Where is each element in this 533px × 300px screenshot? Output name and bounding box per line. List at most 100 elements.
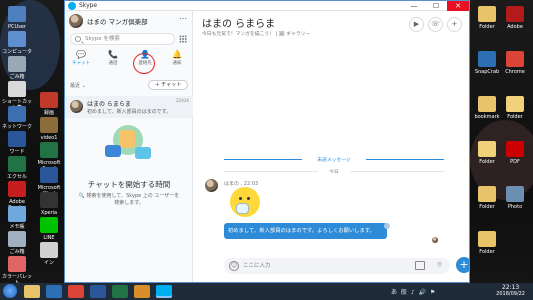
- desktop-icon[interactable]: Photo: [500, 186, 530, 210]
- conversation-title[interactable]: はまの らまらま: [202, 15, 275, 30]
- more-options-icon[interactable]: ⋯: [179, 14, 187, 23]
- desktop-icon[interactable]: メモ帳: [2, 206, 32, 230]
- system-tray[interactable]: あ 般 ♪ 🔊 ⚑: [391, 287, 436, 296]
- app-icon: [8, 131, 26, 147]
- today-label: 今日: [329, 170, 339, 175]
- audio-call-icon[interactable]: ☏: [428, 17, 443, 32]
- message-sender: はまの , 22:03: [224, 181, 259, 187]
- desktop-icon-label: video1: [40, 135, 58, 141]
- search-icon: [75, 36, 81, 42]
- desktop-icon[interactable]: ネットワーク: [2, 106, 32, 130]
- app-icon: [8, 31, 26, 47]
- chat-bubble-icon: [135, 147, 151, 159]
- emoji-icon[interactable]: ☺: [229, 261, 239, 271]
- unread-label: 未読メッセージ: [317, 158, 351, 163]
- profile-row[interactable]: はまの マンガ倶楽部 ⋯: [65, 11, 193, 31]
- desktop-icon-label: メモ帳: [9, 224, 25, 230]
- desktop-icon[interactable]: Folder: [472, 6, 502, 30]
- desktop-icon[interactable]: Folder: [472, 141, 502, 165]
- desktop-icon-label: イン: [43, 260, 54, 266]
- app-icon: [506, 51, 524, 67]
- desktop-icon[interactable]: Adobe: [500, 6, 530, 30]
- app-icon: [8, 231, 26, 247]
- taskbar-app-skype[interactable]: [156, 285, 172, 298]
- app-icon: [506, 96, 524, 112]
- desktop-icon[interactable]: 録画: [34, 92, 64, 116]
- message-bubble[interactable]: 初めまして、新入部員のはまのです。よろしくお願いします。: [224, 223, 387, 239]
- bell-icon: 🔔: [172, 50, 182, 59]
- profile-name[interactable]: はまの マンガ倶楽部: [87, 16, 148, 26]
- start-button[interactable]: [3, 284, 17, 298]
- desktop-icon[interactable]: カラーパレット: [2, 256, 32, 286]
- app-icon: [40, 167, 58, 183]
- conversation-subtitle[interactable]: 今日も元気で！マンガを描こう！ | 🖼 ギャラリー: [202, 30, 310, 37]
- app-icon: [40, 92, 58, 108]
- desktop-icon[interactable]: video1: [34, 117, 64, 141]
- clock-time: 22:13: [501, 284, 520, 291]
- chat-list-item[interactable]: はまの らまらま 初めまして、新入部員のはまのです。 22/04: [65, 96, 193, 118]
- recent-filter-dropdown[interactable]: 最近 ⌄: [70, 82, 86, 89]
- new-chat-button[interactable]: ＋ チャット: [148, 80, 188, 90]
- desktop-icon[interactable]: LINE: [34, 217, 64, 241]
- search-input[interactable]: Skype を検索: [70, 33, 175, 45]
- close-button[interactable]: ✕: [447, 1, 469, 11]
- desktop-icon[interactable]: Xperia: [34, 192, 64, 216]
- sender-avatar[interactable]: [205, 179, 218, 192]
- tab-chat-label: チャット: [72, 61, 90, 66]
- add-content-button[interactable]: +: [456, 257, 469, 273]
- app-icon: [506, 141, 524, 157]
- empty-state-illustration: [103, 125, 155, 173]
- desktop-icon[interactable]: エクセル: [2, 156, 32, 180]
- dialpad-icon[interactable]: [179, 35, 187, 43]
- app-icon: [478, 141, 496, 157]
- app-icon: [8, 206, 26, 222]
- video-call-icon[interactable]: ▶: [409, 17, 424, 32]
- app-icon: [8, 256, 26, 272]
- desktop-icon[interactable]: ワード: [2, 131, 32, 155]
- compose-bar: ☺ ⌾: [224, 258, 450, 274]
- profile-avatar[interactable]: [69, 14, 83, 28]
- image-icon[interactable]: [415, 261, 425, 270]
- taskbar-app-paint[interactable]: [134, 285, 150, 298]
- desktop-icon[interactable]: SnapCrab: [472, 51, 502, 75]
- desktop-icon[interactable]: PCUser: [2, 6, 32, 30]
- chat-icon: 💬: [76, 50, 86, 59]
- message-reaction-icon[interactable]: [384, 223, 390, 229]
- taskbar-app-chrome[interactable]: [68, 285, 84, 298]
- app-icon: [8, 181, 26, 197]
- taskbar: あ 般 ♪ 🔊 ⚑ 22:13 2018/09/22: [0, 283, 533, 300]
- taskbar-app-word[interactable]: [90, 285, 106, 298]
- taskbar-app-excel[interactable]: [112, 285, 128, 298]
- desktop-icon[interactable]: Chrome: [500, 51, 530, 75]
- tab-calls[interactable]: 📞 通話: [97, 49, 129, 73]
- desktop-icon[interactable]: ごみ箱: [2, 231, 32, 255]
- taskbar-app-media[interactable]: [46, 285, 62, 298]
- minimize-button[interactable]: —: [403, 1, 425, 11]
- taskbar-app-explorer[interactable]: [24, 285, 40, 298]
- desktop-icon[interactable]: Folder: [500, 96, 530, 120]
- app-icon: [8, 56, 26, 72]
- desktop-icon-label: PCUser: [8, 24, 26, 30]
- add-person-icon[interactable]: +: [447, 17, 462, 32]
- desktop-icon[interactable]: ごみ箱: [2, 56, 32, 80]
- tab-chat[interactable]: 💬 チャット: [65, 49, 97, 73]
- app-icon: [40, 117, 58, 133]
- chat-avatar: [70, 100, 83, 113]
- desktop-icon[interactable]: bookmark: [472, 96, 502, 120]
- tab-notifications[interactable]: 🔔 通知: [161, 49, 193, 73]
- nav-tabs: 💬 チャット 📞 通話 👤 連絡先 🔔 通知: [65, 49, 193, 73]
- message-input[interactable]: [243, 260, 393, 272]
- title-bar[interactable]: Skype — ☐ ✕: [65, 1, 469, 11]
- app-icon: [478, 96, 496, 112]
- desktop-icon[interactable]: PDF: [500, 141, 530, 165]
- maximize-button[interactable]: ☐: [425, 1, 447, 11]
- clock[interactable]: 22:13 2018/09/22: [496, 284, 525, 298]
- desktop-icon[interactable]: Folder: [472, 231, 502, 255]
- sticker-emoji[interactable]: [230, 187, 260, 217]
- desktop-icon-label: Folder: [479, 249, 495, 255]
- location-icon[interactable]: ⌾: [437, 260, 442, 270]
- desktop-icon[interactable]: イン: [34, 242, 64, 266]
- window-title: Skype: [79, 2, 98, 9]
- desktop-icon[interactable]: Folder: [472, 186, 502, 210]
- today-divider: 今日: [224, 167, 444, 175]
